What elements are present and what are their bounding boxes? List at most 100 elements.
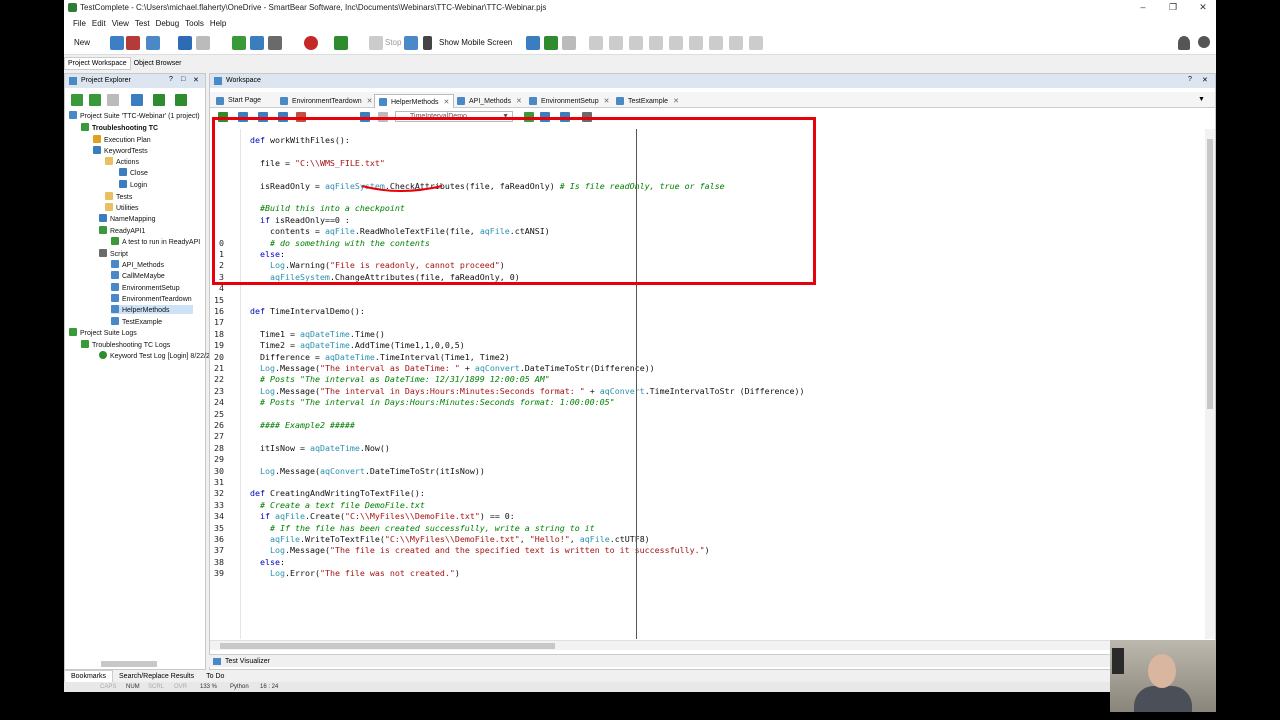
- undo-icon[interactable]: [178, 36, 192, 50]
- tree-item-readyapi1[interactable]: ReadyAPI1: [99, 226, 145, 235]
- tool-icon-7[interactable]: [649, 36, 663, 50]
- line-number: 33: [214, 499, 224, 510]
- tree-item-helpermethods[interactable]: HelperMethods: [111, 305, 194, 314]
- tab-object-browser[interactable]: Object Browser: [131, 58, 185, 69]
- menu-view[interactable]: View: [109, 17, 132, 30]
- settings-icon[interactable]: [268, 36, 282, 50]
- add-new-item-icon[interactable]: [89, 94, 101, 106]
- mobile-icon[interactable]: [423, 36, 432, 50]
- explorer-icon: [69, 77, 77, 85]
- save-icon[interactable]: [146, 36, 160, 50]
- panel-close-icon[interactable]: ✕: [193, 76, 199, 84]
- object-spy-icon[interactable]: [404, 36, 418, 50]
- remove-icon[interactable]: [107, 94, 119, 106]
- stop-icon[interactable]: [369, 36, 383, 50]
- tool-icon-2[interactable]: [544, 36, 558, 50]
- user-icon[interactable]: [1198, 36, 1210, 48]
- editor-vscroll[interactable]: [1205, 129, 1215, 639]
- menu-debug[interactable]: Debug: [153, 17, 183, 30]
- tree-item-login[interactable]: Login: [119, 180, 147, 189]
- tree-item-callmemaybe[interactable]: CallMeMaybe: [111, 271, 165, 280]
- tree-item-testexample[interactable]: TestExample: [111, 317, 162, 326]
- tree-item-api-methods[interactable]: API_Methods: [111, 260, 164, 269]
- run-project-icon[interactable]: [153, 94, 165, 106]
- tab-close-icon[interactable]: ✕: [673, 98, 679, 105]
- menu-tools[interactable]: Tools: [182, 17, 207, 30]
- tab-environmentteardown[interactable]: EnvironmentTeardown ✕: [276, 94, 377, 108]
- tree-item-execution-plan[interactable]: Execution Plan: [93, 135, 151, 144]
- tab-close-icon[interactable]: ✕: [443, 99, 449, 106]
- line-number: 31: [214, 477, 224, 487]
- tool-icon-12[interactable]: [749, 36, 763, 50]
- tree-item-utilities[interactable]: Utilities: [105, 203, 139, 212]
- record-icon[interactable]: [304, 36, 318, 50]
- workspace-close-icon[interactable]: ✕: [1202, 76, 1208, 84]
- tree-item-project-suite[interactable]: Project Suite 'TTC-Webinar' (1 project): [69, 111, 200, 120]
- tree-item-troubleshooting-logs[interactable]: Troubleshooting TC Logs: [81, 340, 170, 349]
- maximize-icon[interactable]: ❐: [1166, 2, 1180, 14]
- tree-item-close[interactable]: Close: [119, 168, 148, 177]
- add-item-icon[interactable]: [232, 36, 246, 50]
- tab-api-methods[interactable]: API_Methods ✕: [453, 94, 526, 108]
- tab-todo[interactable]: To Do: [200, 671, 230, 682]
- tool-icon-9[interactable]: [689, 36, 703, 50]
- menu-file[interactable]: File: [70, 17, 89, 30]
- add-icon[interactable]: [71, 94, 83, 106]
- tab-environmentsetup[interactable]: EnvironmentSetup ✕: [525, 94, 613, 108]
- tree-item-readyapi-test[interactable]: A test to run in ReadyAPI: [111, 237, 200, 246]
- run-icon[interactable]: [334, 36, 348, 50]
- new-button[interactable]: New: [74, 38, 90, 47]
- tab-close-icon[interactable]: ✕: [604, 98, 610, 105]
- tree-item-script[interactable]: Script: [99, 249, 128, 258]
- tab-search-replace[interactable]: Search/Replace Results: [113, 671, 200, 682]
- test-visualizer-bar[interactable]: Test Visualizer: [209, 654, 1216, 667]
- tool-icon-10[interactable]: [709, 36, 723, 50]
- tool-icon-4[interactable]: [589, 36, 603, 50]
- workspace-help-icon[interactable]: ?: [1188, 76, 1192, 83]
- show-mobile-screen-button[interactable]: Show Mobile Screen: [439, 38, 512, 47]
- pin-icon[interactable]: □: [181, 76, 185, 83]
- tab-project-workspace[interactable]: Project Workspace: [64, 57, 131, 70]
- editor-hscroll-thumb[interactable]: [220, 643, 555, 649]
- tab-close-icon[interactable]: ✕: [367, 98, 373, 105]
- menu-help[interactable]: Help: [207, 17, 229, 30]
- tree-item-environmentteardown[interactable]: EnvironmentTeardown: [111, 294, 192, 303]
- tree-item-actions[interactable]: Actions: [105, 157, 139, 166]
- tree-item-namemapping[interactable]: NameMapping: [99, 214, 156, 223]
- tree-item-keywordtests[interactable]: KeywordTests: [93, 146, 148, 155]
- properties-icon[interactable]: [131, 94, 143, 106]
- tab-close-icon[interactable]: ✕: [516, 98, 522, 105]
- tree-item-troubleshooting[interactable]: Troubleshooting TC: [81, 123, 158, 132]
- close-icon[interactable]: ✕: [1196, 2, 1210, 14]
- tree-item-environmentsetup[interactable]: EnvironmentSetup: [111, 283, 180, 292]
- editor-hscroll[interactable]: [210, 640, 1215, 650]
- title-bar: TestComplete - C:\Users\michael.flaherty…: [64, 0, 1216, 17]
- add-object-icon[interactable]: [250, 36, 264, 50]
- run-suite-icon[interactable]: [175, 94, 187, 106]
- tool-icon-8[interactable]: [669, 36, 683, 50]
- help-icon[interactable]: ?: [169, 76, 173, 83]
- tab-testexample[interactable]: TestExample ✕: [612, 94, 683, 108]
- menu-edit[interactable]: Edit: [89, 17, 109, 30]
- tool-icon-11[interactable]: [729, 36, 743, 50]
- editor-vscroll-thumb[interactable]: [1207, 139, 1213, 409]
- bell-icon[interactable]: [1178, 36, 1190, 50]
- redo-icon[interactable]: [196, 36, 210, 50]
- tabs-dropdown-icon[interactable]: ▼: [1198, 96, 1205, 103]
- tool-icon-3[interactable]: [562, 36, 576, 50]
- minimize-icon[interactable]: –: [1136, 2, 1150, 14]
- tool-icon-5[interactable]: [609, 36, 623, 50]
- tree-item-tests[interactable]: Tests: [105, 192, 132, 201]
- open-icon[interactable]: [110, 36, 124, 50]
- left-hscroll-thumb[interactable]: [101, 661, 157, 667]
- code-line: #### Example2 #####: [260, 420, 355, 430]
- tab-helpermethods[interactable]: HelperMethods ✕: [374, 94, 455, 108]
- tool-icon-6[interactable]: [629, 36, 643, 50]
- tree-item-project-suite-logs[interactable]: Project Suite Logs: [69, 328, 137, 337]
- tab-start-page[interactable]: Start Page: [212, 94, 265, 108]
- tree-item-keyword-test-log[interactable]: Keyword Test Log [Login] 8/22/2: [99, 351, 210, 360]
- line-number: 16: [214, 306, 224, 316]
- tool-icon-1[interactable]: [526, 36, 540, 50]
- close-project-icon[interactable]: [126, 36, 140, 50]
- menu-test[interactable]: Test: [132, 17, 153, 30]
